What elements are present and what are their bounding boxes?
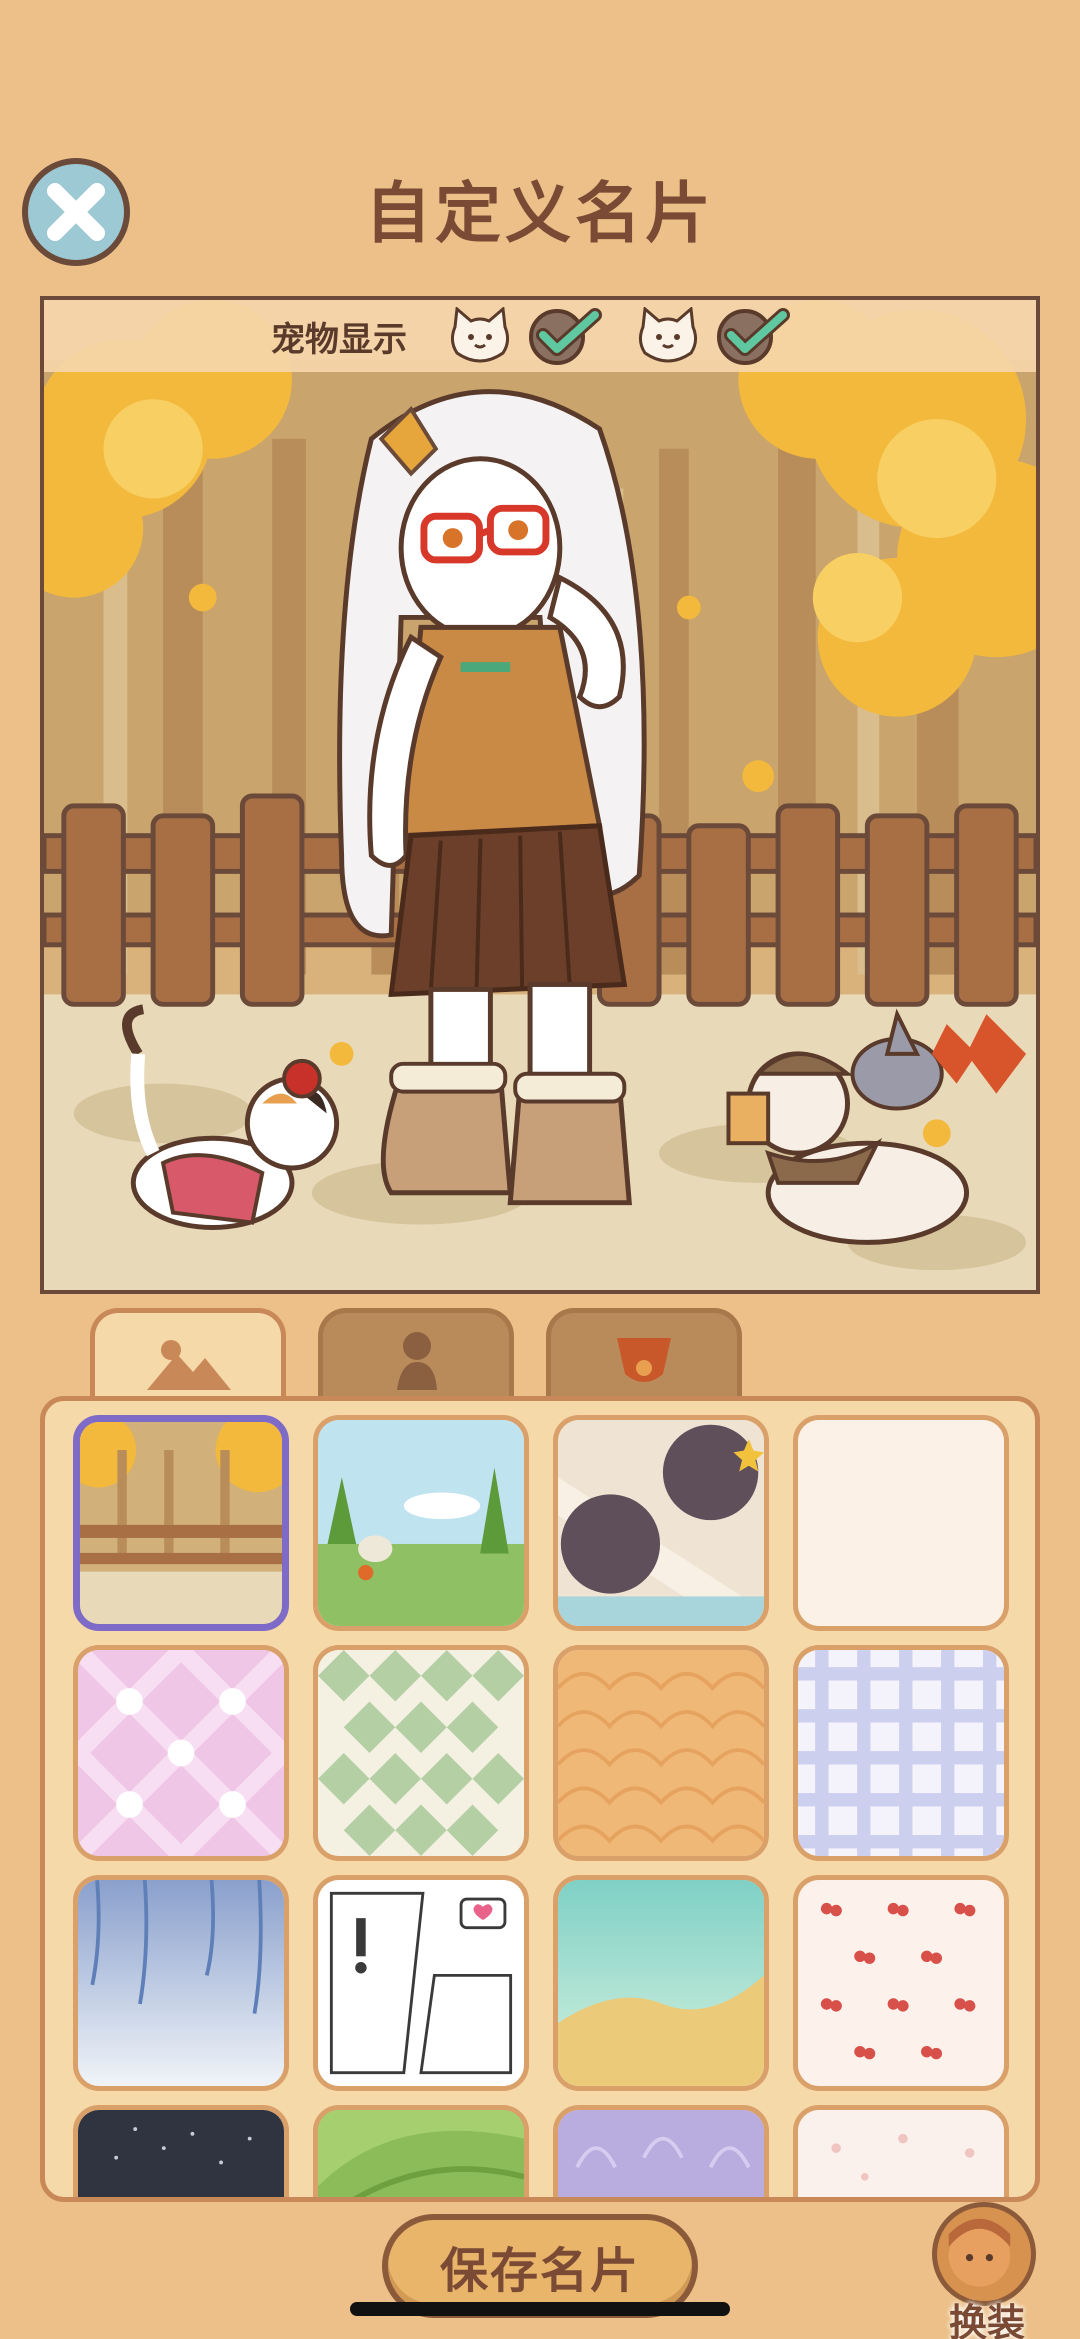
card-preview: 宠物显示 (40, 296, 1040, 1294)
beach-sea-thumbnail (558, 1880, 764, 2086)
pet-display-label: 宠物显示 (271, 319, 407, 360)
bg-option-orange-waves[interactable] (553, 1645, 769, 1861)
floral-cream-thumbnail (798, 2110, 1004, 2197)
home-indicator[interactable] (350, 2302, 730, 2316)
background-grid (73, 1415, 1009, 2197)
pet-display-bar: 宠物显示 (44, 300, 1036, 372)
background-grid-panel (40, 1396, 1040, 2202)
bg-option-floral-cream[interactable] (793, 2105, 1009, 2197)
pet-1-checkbox[interactable] (527, 307, 603, 365)
green-diamonds-thumbnail (318, 1650, 524, 1856)
cat-face-icon (638, 307, 698, 363)
plain-cream-thumbnail (798, 1420, 1004, 1626)
bg-option-lavender-leaves[interactable] (553, 2105, 769, 2197)
orange-waves-thumbnail (558, 1650, 764, 1856)
blue-gingham-thumbnail (798, 1650, 1004, 1856)
bg-option-plain-cream[interactable] (793, 1415, 1009, 1631)
character-pose-icon (397, 1331, 437, 1390)
bg-option-blue-gingham[interactable] (793, 1645, 1009, 1861)
bg-option-manga-panels[interactable] (313, 1875, 529, 2091)
dress-up-button[interactable]: 换装 (932, 2202, 1042, 2339)
night-sparkle-thumbnail (78, 2110, 284, 2197)
farm-field-thumbnail (318, 1420, 524, 1626)
bg-option-wisteria-sky[interactable] (73, 1875, 289, 2091)
dress-up-label: 换装 (948, 2301, 1025, 2339)
preview-scene-illustration (44, 300, 1036, 1290)
tab-pet[interactable] (546, 1308, 742, 1404)
pink-hearts-thumbnail (78, 1650, 284, 1856)
bg-option-beach-sea[interactable] (553, 1875, 769, 2091)
autumn-forest-thumbnail (80, 1422, 282, 1624)
bg-option-pink-hearts[interactable] (73, 1645, 289, 1861)
page-title: 自定义名片 (365, 175, 715, 252)
bg-option-autumn-forest[interactable] (73, 1415, 289, 1631)
tab-character[interactable] (318, 1308, 514, 1404)
manga-panels-thumbnail (318, 1880, 524, 2086)
bg-option-polka-stars[interactable] (553, 1415, 769, 1631)
bg-option-farm-field[interactable] (313, 1415, 529, 1631)
lavender-leaves-thumbnail (558, 2110, 764, 2197)
polka-stars-thumbnail (558, 1420, 764, 1626)
wisteria-sky-thumbnail (78, 1880, 284, 2086)
avatar (932, 2202, 1036, 2306)
bg-option-cherry-pattern[interactable] (793, 1875, 1009, 2091)
background-mountain-icon (147, 1339, 231, 1390)
bg-option-green-diamonds[interactable] (313, 1645, 529, 1861)
cat-face-icon (450, 307, 510, 363)
bg-option-green-hills[interactable] (313, 2105, 529, 2197)
bg-option-night-sparkle[interactable] (73, 2105, 289, 2197)
pet-collar-icon (617, 1337, 671, 1382)
cherry-pattern-thumbnail (798, 1880, 1004, 2086)
pet-2-checkbox[interactable] (715, 307, 791, 365)
character-avatar-icon (948, 2218, 1011, 2287)
category-tabs (90, 1308, 742, 1404)
custom-card-page: 自定义名片 宠物显示 保存名片 换装 (0, 0, 1080, 2339)
green-hills-thumbnail (318, 2110, 524, 2197)
tab-background[interactable] (90, 1308, 286, 1404)
